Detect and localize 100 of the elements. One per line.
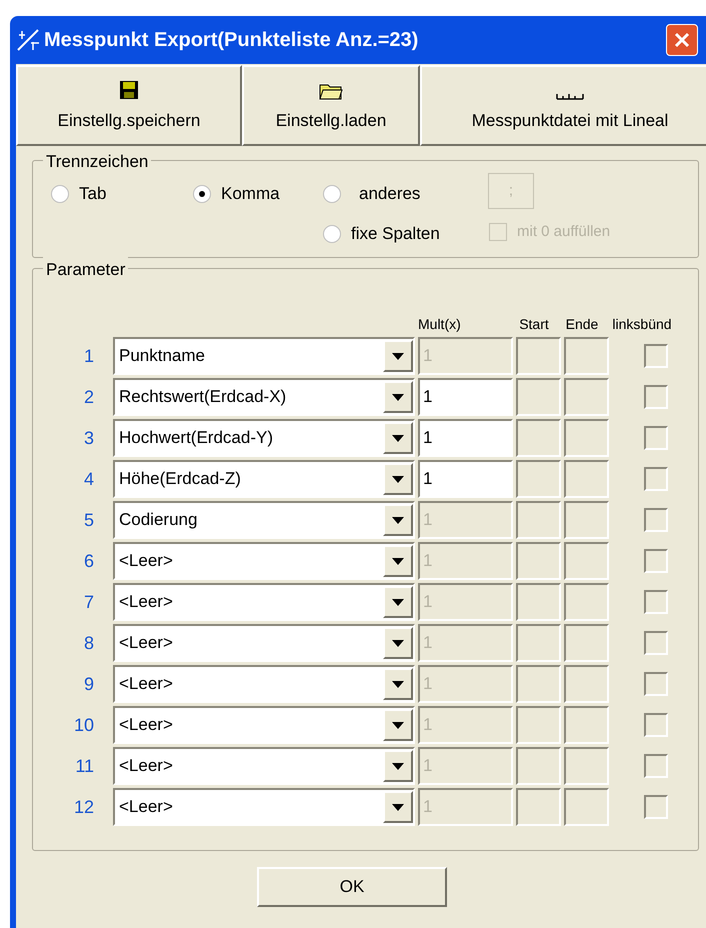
field-dropdown[interactable]: Punktname: [113, 337, 415, 375]
start-input[interactable]: [516, 583, 561, 621]
dropdown-button[interactable]: [383, 504, 413, 536]
app-logo-icon: [16, 29, 42, 51]
caret-icon: [392, 762, 404, 770]
ruler-icon: [556, 92, 584, 100]
field-dropdown[interactable]: <Leer>: [113, 542, 415, 580]
row-number: 8: [82, 632, 95, 654]
caret-icon: [392, 598, 404, 606]
row-number: 10: [72, 714, 95, 736]
row-number: 9: [82, 672, 95, 696]
column-header: Mult(x): [417, 315, 462, 334]
checkbox[interactable]: [644, 754, 668, 778]
radio-button[interactable]: [323, 184, 341, 203]
end-input[interactable]: [564, 542, 609, 580]
multiplier-input[interactable]: 1: [418, 419, 513, 457]
dropdown-button[interactable]: [383, 627, 413, 659]
start-input[interactable]: [516, 665, 561, 703]
start-input[interactable]: [516, 624, 561, 662]
start-input[interactable]: [516, 419, 561, 457]
start-input[interactable]: [516, 706, 561, 744]
checkbox[interactable]: [644, 508, 668, 532]
caret-icon: [392, 558, 404, 564]
radio-button[interactable]: [323, 224, 341, 243]
field-dropdown[interactable]: <Leer>: [113, 706, 415, 744]
multiplier-input[interactable]: 1: [418, 378, 513, 416]
column-header: linksbünd: [611, 315, 673, 334]
radio-button[interactable]: [193, 184, 211, 203]
dropdown-button[interactable]: [383, 422, 413, 454]
end-input[interactable]: [564, 583, 609, 621]
end-input[interactable]: [564, 788, 609, 826]
multiplier-input[interactable]: 1: [418, 460, 513, 498]
radio-label: fixe Spalten: [351, 223, 440, 245]
caret-icon: [392, 680, 404, 688]
caret-icon: [392, 394, 404, 400]
row-number: 12: [72, 796, 95, 818]
radio-label: Tab: [79, 183, 106, 205]
end-input[interactable]: [564, 706, 609, 744]
row-number: 11: [74, 754, 95, 778]
field-dropdown[interactable]: Rechtswert(Erdcad-X): [113, 378, 415, 416]
dropdown-button[interactable]: [383, 709, 413, 741]
field-dropdown[interactable]: <Leer>: [113, 788, 415, 826]
end-input[interactable]: [564, 378, 609, 416]
checkbox[interactable]: [644, 467, 668, 491]
field-dropdown[interactable]: Hochwert(Erdcad-Y): [113, 419, 415, 457]
caret-icon: [392, 352, 404, 360]
start-input[interactable]: [516, 460, 561, 498]
checkbox[interactable]: [644, 631, 668, 655]
checkbox[interactable]: [644, 590, 668, 614]
dropdown-button[interactable]: [383, 381, 413, 413]
field-dropdown[interactable]: <Leer>: [113, 583, 415, 621]
dropdown-button[interactable]: [383, 340, 413, 372]
end-input[interactable]: [564, 460, 609, 498]
row-number: 3: [82, 426, 95, 450]
end-input[interactable]: [564, 419, 609, 457]
dropdown-button[interactable]: [383, 545, 413, 577]
field-dropdown[interactable]: Höhe(Erdcad-Z): [113, 460, 415, 498]
end-input[interactable]: [564, 337, 609, 375]
field-dropdown[interactable]: <Leer>: [113, 747, 415, 785]
row-number: 2: [82, 386, 95, 408]
dropdown-button[interactable]: [383, 586, 413, 618]
dropdown-button[interactable]: [383, 791, 413, 823]
window-title: Messpunkt Export(Punkteliste Anz.=23): [44, 28, 418, 53]
start-input[interactable]: [516, 788, 561, 826]
end-input[interactable]: [564, 747, 609, 785]
dropdown-button[interactable]: [383, 668, 413, 700]
end-input[interactable]: [564, 501, 609, 539]
checkbox[interactable]: [644, 549, 668, 573]
field-dropdown[interactable]: <Leer>: [113, 624, 415, 662]
ok-button[interactable]: OK: [257, 867, 447, 907]
row-number: 4: [82, 468, 95, 490]
checkbox[interactable]: [644, 385, 668, 409]
checkbox[interactable]: [644, 795, 668, 819]
caret-icon: [392, 640, 404, 646]
checkbox[interactable]: [644, 672, 668, 696]
row-number: 5: [82, 508, 95, 532]
column-header: Start: [518, 315, 550, 334]
checkbox[interactable]: [644, 713, 668, 737]
field-dropdown[interactable]: Codierung: [113, 501, 415, 539]
caret-icon: [392, 516, 404, 524]
end-input[interactable]: [564, 665, 609, 703]
start-input[interactable]: [516, 747, 561, 785]
toolbar-button[interactable]: Messpunktdatei mit Lineal: [420, 65, 706, 146]
toolbar-button[interactable]: Einstellg.laden: [242, 65, 420, 146]
checkbox[interactable]: [644, 426, 668, 450]
checkbox[interactable]: [644, 344, 668, 368]
radio-button[interactable]: [51, 184, 69, 203]
dropdown-button[interactable]: [383, 750, 413, 782]
column-header: Ende: [564, 315, 600, 334]
close-icon: [673, 31, 691, 49]
start-input[interactable]: [516, 378, 561, 416]
toolbar-button[interactable]: Einstellg.speichern: [16, 65, 242, 146]
start-input[interactable]: [516, 501, 561, 539]
close-button[interactable]: [666, 24, 698, 56]
caret-icon: [392, 434, 404, 442]
dropdown-button[interactable]: [383, 463, 413, 495]
end-input[interactable]: [564, 624, 609, 662]
start-input[interactable]: [516, 337, 561, 375]
start-input[interactable]: [516, 542, 561, 580]
field-dropdown[interactable]: <Leer>: [113, 665, 415, 703]
